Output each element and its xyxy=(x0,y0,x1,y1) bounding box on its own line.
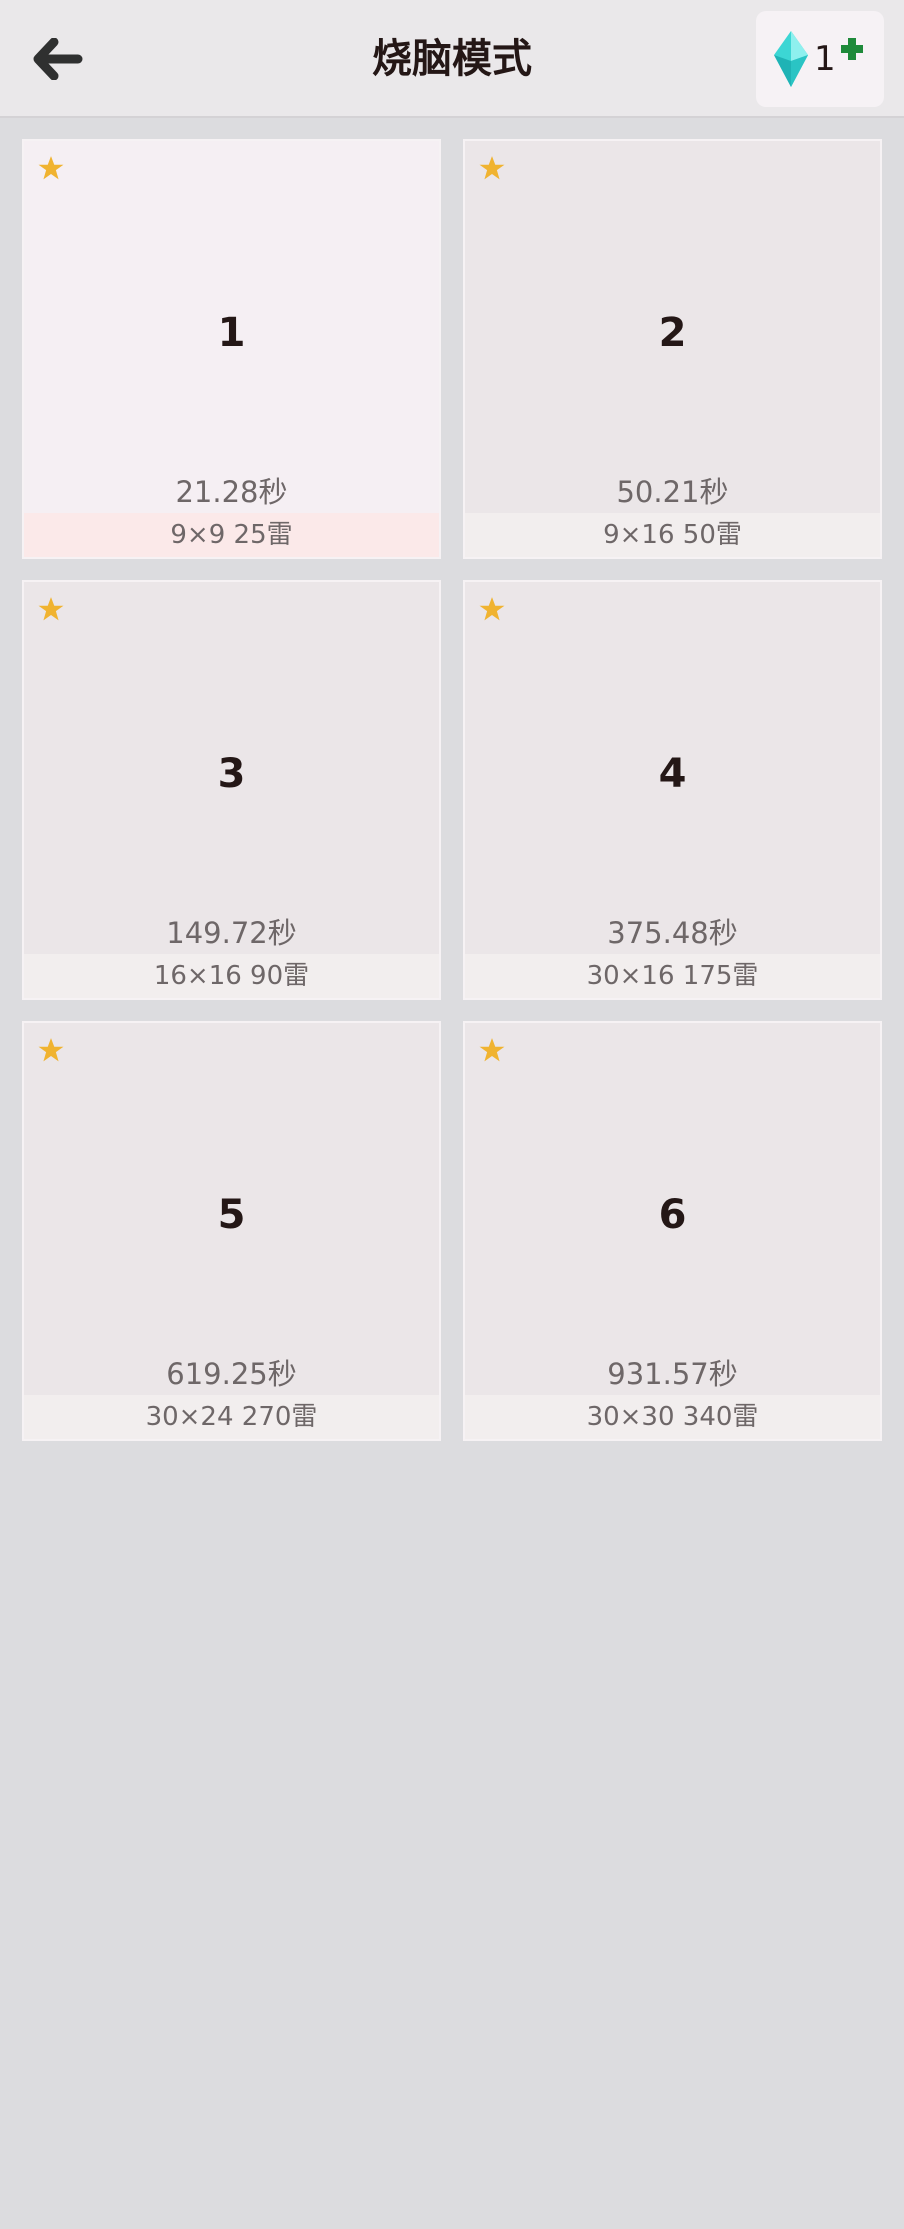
level-card-2[interactable]: 2 50.21秒 9×16 50雷 xyxy=(463,139,882,559)
best-time: 619.25秒 xyxy=(166,1357,297,1391)
level-number: 4 xyxy=(658,751,687,797)
level-number: 5 xyxy=(217,1192,246,1238)
level-card-1[interactable]: 1 21.28秒 9×9 25雷 xyxy=(22,139,441,559)
level-card-4[interactable]: 4 375.48秒 30×16 175雷 xyxy=(463,580,882,1000)
plus-icon xyxy=(841,38,863,60)
level-number: 3 xyxy=(217,751,246,797)
star-icon xyxy=(479,156,505,180)
star-icon xyxy=(479,1038,505,1062)
app-header: 烧脑模式 1 xyxy=(0,0,904,118)
best-time: 149.72秒 xyxy=(166,916,297,950)
board-info: 30×30 340雷 xyxy=(465,1395,880,1439)
board-info: 9×9 25雷 xyxy=(24,513,439,557)
gem-counter-button[interactable]: 1 xyxy=(756,11,884,107)
level-card-5[interactable]: 5 619.25秒 30×24 270雷 xyxy=(22,1021,441,1441)
best-time: 21.28秒 xyxy=(175,475,288,509)
level-number: 2 xyxy=(658,310,687,356)
best-time: 50.21秒 xyxy=(616,475,729,509)
level-number: 6 xyxy=(658,1192,687,1238)
star-icon xyxy=(479,597,505,621)
board-info: 30×16 175雷 xyxy=(465,954,880,998)
diamond-icon xyxy=(774,31,808,87)
board-info: 16×16 90雷 xyxy=(24,954,439,998)
star-icon xyxy=(38,1038,64,1062)
star-icon xyxy=(38,156,64,180)
gem-count: 1 xyxy=(814,39,836,79)
best-time: 931.57秒 xyxy=(607,1357,738,1391)
level-card-3[interactable]: 3 149.72秒 16×16 90雷 xyxy=(22,580,441,1000)
board-info: 30×24 270雷 xyxy=(24,1395,439,1439)
board-info: 9×16 50雷 xyxy=(465,513,880,557)
star-icon xyxy=(38,597,64,621)
level-number: 1 xyxy=(217,310,246,356)
best-time: 375.48秒 xyxy=(607,916,738,950)
level-card-6[interactable]: 6 931.57秒 30×30 340雷 xyxy=(463,1021,882,1441)
